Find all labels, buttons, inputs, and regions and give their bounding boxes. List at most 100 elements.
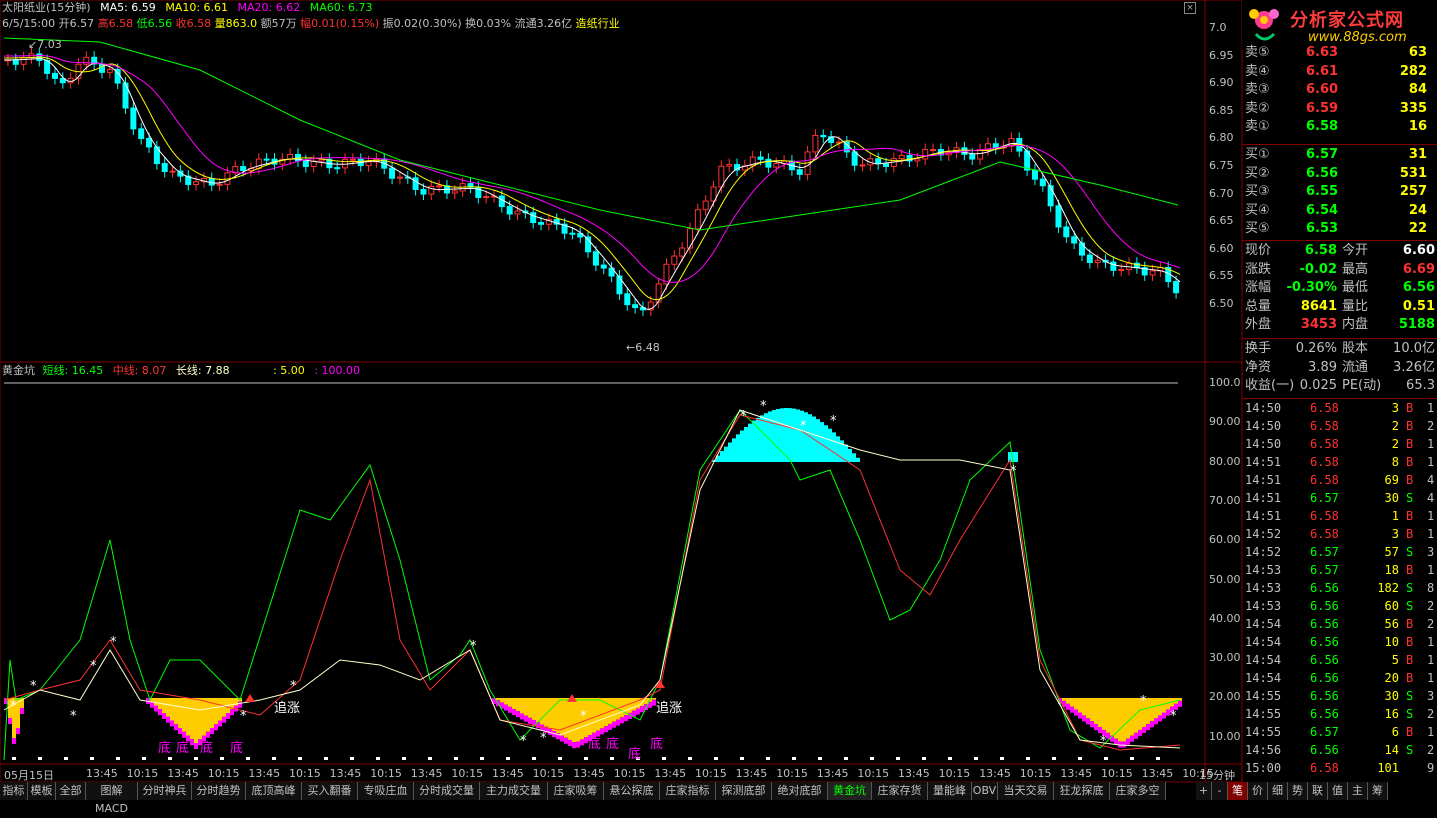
tick-side: B	[1406, 455, 1414, 469]
tick-time: 14:51	[1245, 455, 1282, 469]
cyan-peak-bar	[852, 453, 856, 462]
indicator-axis-label: 60.00	[1209, 533, 1241, 547]
indicator-tab[interactable]: 分时成交量	[414, 782, 480, 800]
indicator-tab[interactable]: 分时趋势	[192, 782, 246, 800]
indicator-tab[interactable]: 庄家多空	[1110, 782, 1166, 800]
baseline-dot	[792, 757, 796, 760]
price-axis-label: 6.90	[1209, 76, 1234, 90]
panel-tab[interactable]: 主	[1348, 782, 1368, 800]
tick-price: 6.58	[1310, 761, 1339, 775]
indicator-tab[interactable]: 悬公探底	[604, 782, 660, 800]
bottom-signal-label: 底	[650, 737, 664, 752]
tick-row: 14:51 6.57 30 S 4	[1242, 489, 1437, 507]
indicator-tab[interactable]: 专吸庄血	[358, 782, 414, 800]
indicator-tab[interactable]: 探测底部	[716, 782, 772, 800]
indicator-tab[interactable]: 狂龙探底	[1054, 782, 1110, 800]
indicator-tab[interactable]: 分时神兵	[138, 782, 192, 800]
indicator-tab[interactable]: 指标	[0, 782, 28, 800]
price-axis-label: 6.95	[1209, 48, 1234, 62]
panel-tab[interactable]: 筹	[1368, 782, 1388, 800]
panel-tab[interactable]: -	[1212, 782, 1228, 800]
tick-row: 14:54 6.56 56 B 2	[1242, 615, 1437, 633]
indicator-long: 长线: 7.88	[175, 364, 230, 377]
candle	[1031, 164, 1038, 186]
indicator-tab[interactable]: 主力成交量	[480, 782, 548, 800]
indicator-axis-label: 50.00	[1209, 572, 1241, 586]
tick-count: 8	[1427, 581, 1435, 595]
window-close-icon[interactable]: ×	[1184, 2, 1196, 14]
tick-row: 14:54 6.56 5 B 1	[1242, 651, 1437, 669]
magenta-trough-bar	[560, 735, 564, 742]
fund-row: 收益(一) 0.025 PE(动) 65.3	[1242, 377, 1437, 395]
indicator-tab[interactable]: 图解MACD	[86, 782, 138, 815]
bar-industry[interactable]: 造纸行业	[576, 17, 620, 30]
fund-value: 3.89	[1308, 359, 1337, 375]
tick-row: 14:52 6.58 3 B 1	[1242, 525, 1437, 543]
x-axis-tick-label: 13:45	[248, 767, 281, 780]
tick-time: 14:54	[1245, 635, 1282, 649]
quote-row: 现价 6.58 今开 6.60	[1242, 242, 1437, 260]
panel-tab[interactable]: 势	[1288, 782, 1308, 800]
panel-tab[interactable]: 值	[1328, 782, 1348, 800]
panel-tab[interactable]: 细	[1268, 782, 1288, 800]
tick-side: B	[1406, 563, 1414, 577]
candle	[99, 57, 105, 79]
yellow-trough-bar	[516, 698, 520, 712]
buy-price: 6.56	[1306, 165, 1339, 181]
indicator-tab[interactable]: 庄家吸筹	[548, 782, 604, 800]
x-axis-tick-label: 10:15	[370, 767, 402, 780]
panel-tab[interactable]: 价	[1248, 782, 1268, 800]
indicator-tab[interactable]: 当天交易	[998, 782, 1054, 800]
indicator-tab[interactable]: 买入翻番	[302, 782, 358, 800]
baseline-dot	[38, 757, 42, 760]
yellow-trough-bar	[1070, 698, 1074, 707]
indicator-tab[interactable]: 模板	[28, 782, 56, 800]
indicator-tab[interactable]: 底顶高峰	[246, 782, 302, 800]
indicator-tab[interactable]: 量能峰	[928, 782, 972, 800]
signal-star-icon: *	[580, 709, 587, 724]
yellow-trough-bar	[170, 698, 174, 721]
tick-volume: 6	[1391, 725, 1399, 739]
tick-price: 6.58	[1310, 509, 1339, 523]
yellow-trough-bar	[206, 698, 210, 732]
candle	[138, 122, 145, 145]
yellow-trough-bar	[1146, 698, 1150, 725]
panel-tab[interactable]: 联	[1308, 782, 1328, 800]
indicator-tab[interactable]: 全部	[56, 782, 86, 800]
signal-star-icon: *	[10, 699, 17, 714]
x-axis-tick-label: 10:15	[695, 767, 727, 780]
frame	[0, 0, 1243, 783]
baseline-dot	[558, 757, 562, 760]
logo-title: 分析家公式网	[1290, 10, 1404, 31]
indicator-tab[interactable]: OBV	[972, 782, 998, 800]
indicator-title-bar[interactable]: 黄金坑 短线: 16.45 中线: 8.07 长线: 7.88 : 5.00 :…	[2, 364, 360, 378]
candle	[208, 172, 215, 192]
yellow-trough-bar	[1158, 698, 1162, 716]
tick-volume: 8	[1391, 455, 1399, 469]
yellow-trough-bar	[520, 698, 524, 714]
baseline-dot	[532, 757, 536, 760]
tick-price: 6.56	[1310, 743, 1339, 757]
fund-value: 3.26亿	[1393, 359, 1435, 375]
indicator-tab[interactable]: 绝对底部	[772, 782, 828, 800]
buy-row: 买② 6.56 531	[1242, 165, 1437, 183]
magenta-trough-bar	[520, 713, 524, 720]
indicator-tab[interactable]: 庄家存货	[872, 782, 928, 800]
quote-label: 总量	[1245, 298, 1272, 314]
tick-side: S	[1406, 545, 1414, 559]
indicator-tab[interactable]: 黄金坑	[828, 782, 872, 800]
yellow-trough-bar	[202, 698, 206, 736]
tick-price: 6.56	[1310, 617, 1339, 631]
candle	[467, 177, 474, 194]
candle	[1008, 132, 1015, 153]
indicator-tab[interactable]: 庄家指标	[660, 782, 716, 800]
panel-tab[interactable]: +	[1196, 782, 1212, 800]
logo-url[interactable]: www.88gs.com	[1308, 30, 1407, 45]
quote-value: 6.60	[1402, 243, 1435, 258]
cyan-peak-bar	[792, 408, 796, 462]
period-label[interactable]: 15分钟	[1199, 767, 1235, 783]
x-axis-tick-label: 10:15	[207, 767, 240, 780]
baseline-dot	[688, 757, 692, 760]
panel-tab[interactable]: 笔	[1228, 782, 1248, 800]
magenta-trough-bar	[1134, 732, 1138, 739]
